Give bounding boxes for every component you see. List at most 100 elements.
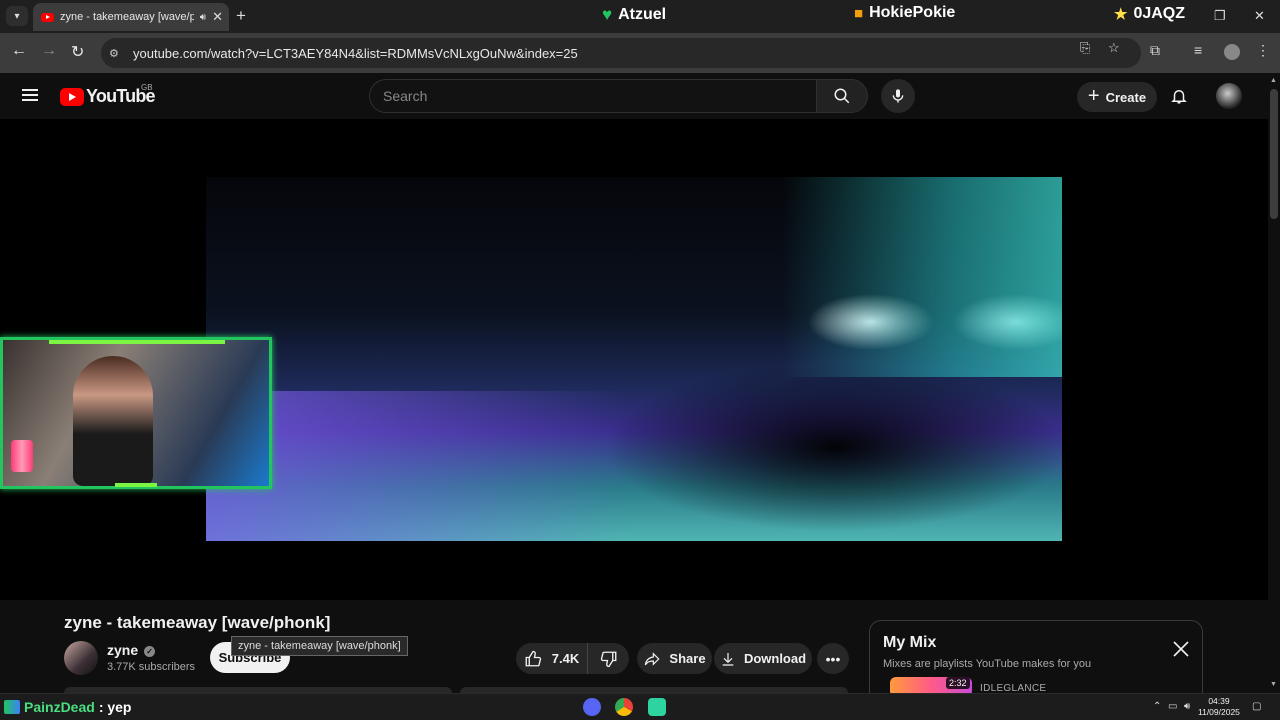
title-tooltip: zyne - takemeaway [wave/phonk] (231, 636, 408, 656)
bell-icon (1171, 90, 1187, 104)
search-input[interactable]: Search (369, 79, 816, 113)
mix-title: My Mix (883, 634, 937, 651)
plus-icon: + (1087, 84, 1100, 107)
my-mix-panel: My Mix Mixes are playlists YouTube makes… (869, 620, 1203, 693)
reload-button[interactable]: ↻ (71, 42, 84, 62)
clock-date: 11/09/2025 (1198, 707, 1240, 717)
rgb-lamp (11, 440, 33, 472)
create-label: Create (1105, 89, 1147, 105)
verified-badge-icon: ✓ (144, 645, 156, 657)
youtube-play-icon (60, 87, 84, 106)
star-icon: ★ (1114, 6, 1128, 23)
stream-overlay-label-3: ★ 0JAQZ (1114, 5, 1185, 23)
close-window-icon[interactable]: ✕ (1254, 8, 1265, 24)
share-label: Share (669, 651, 706, 666)
audio-playing-icon[interactable]: 🔊︎ (200, 12, 206, 23)
video-title: zyne - takemeaway [wave/phonk] (64, 613, 331, 632)
close-icon (1173, 641, 1189, 657)
streamer-figure (73, 356, 153, 486)
search-placeholder: Search (383, 88, 428, 104)
notifications-button[interactable] (1170, 86, 1188, 111)
share-icon (645, 651, 660, 666)
close-tab-icon[interactable]: ✕ (212, 9, 223, 25)
stream-overlay-name: HokiePokie (869, 4, 956, 21)
youtube-logo[interactable]: YouTube GB (60, 83, 156, 107)
search-icon (834, 88, 850, 104)
tray-overflow-icon[interactable]: ⌃ (1153, 701, 1161, 712)
channel-name-link[interactable]: zyne ✓ (107, 642, 156, 658)
volume-icon[interactable]: 🔊︎ (1184, 701, 1190, 712)
install-app-icon[interactable]: ⎘ (1080, 40, 1090, 56)
video-frame[interactable] (206, 177, 1062, 541)
close-mix-button[interactable] (1173, 641, 1189, 657)
scrollbar-thumb[interactable] (1270, 89, 1278, 219)
country-code: GB (141, 83, 153, 92)
mix-item-duration: 2:32 (946, 677, 970, 689)
stream-overlay-name: 0JAQZ (1133, 5, 1186, 22)
youtube-masthead: YouTube GB Search + Create (0, 73, 1268, 119)
chat-username: PainzDead (24, 699, 95, 715)
chrome-taskbar-icon[interactable] (615, 698, 633, 716)
chat-message: : yep (98, 699, 132, 715)
thumbs-up-icon (525, 650, 541, 666)
like-button[interactable]: 7.4K (516, 643, 588, 674)
download-button[interactable]: Download (714, 643, 812, 674)
mix-item-channel[interactable]: IDLEGLANCE (980, 683, 1046, 693)
address-bar[interactable]: ⚙ youtube.com/watch?v=LCT3AEY84N4&list=R… (101, 38, 1141, 68)
restore-window-icon[interactable]: ❐ (1214, 8, 1226, 24)
streamer-webcam-overlay (0, 337, 272, 489)
tab-search-dropdown[interactable]: ▾ (6, 6, 28, 26)
forward-button[interactable]: → (41, 42, 57, 60)
network-icon[interactable]: ▭ (1168, 701, 1177, 712)
app-taskbar-icon[interactable] (648, 698, 666, 716)
stream-chat-overlay: PainzDead : yep (4, 699, 132, 715)
clock-time: 04:39 (1208, 696, 1230, 706)
webcam-frame-accent (49, 340, 225, 344)
site-info-icon[interactable]: ⚙ (109, 47, 129, 60)
more-actions-button[interactable]: ••• (817, 643, 849, 674)
back-button[interactable]: ← (11, 42, 27, 60)
video-scene-buildings (782, 177, 1062, 377)
create-button[interactable]: + Create (1077, 82, 1157, 112)
profile-avatar-icon[interactable] (1224, 44, 1240, 60)
microphone-icon (892, 89, 904, 103)
account-avatar[interactable] (1216, 83, 1242, 109)
browser-tab-strip: ▾ zyne - takemeaway [wave/p 🔊︎ ✕ + ♥ Atz… (0, 0, 1280, 33)
scroll-up-arrow-icon[interactable]: ▲ (1270, 77, 1277, 84)
thumbs-down-icon (600, 651, 616, 667)
download-label: Download (743, 651, 807, 666)
browser-menu-icon[interactable]: ⋮ (1256, 42, 1270, 59)
os-taskbar: PainzDead : yep ⌃ ▭ 🔊︎ 04:39 11/09/2025 … (0, 693, 1280, 720)
mix-subtitle: Mixes are playlists YouTube makes for yo… (883, 658, 1092, 670)
scroll-down-arrow-icon[interactable]: ▼ (1270, 681, 1277, 688)
webcam-frame-accent (115, 483, 157, 487)
bookmark-star-icon[interactable]: ☆ (1108, 40, 1120, 56)
like-dislike-group: 7.4K (516, 643, 629, 674)
browser-tab-active[interactable]: zyne - takemeaway [wave/p 🔊︎ ✕ (33, 3, 229, 31)
guide-menu-icon[interactable] (22, 89, 38, 101)
gift-icon: ■ (854, 4, 864, 22)
url-text: youtube.com/watch?v=LCT3AEY84N4&list=RDM… (133, 45, 578, 61)
channel-name: zyne (107, 642, 139, 658)
subscriber-count: 3.77K subscribers (107, 661, 196, 673)
dislike-button[interactable] (588, 650, 629, 668)
discord-taskbar-icon[interactable] (583, 698, 601, 716)
youtube-favicon-icon (41, 12, 54, 22)
channel-avatar[interactable] (64, 641, 98, 675)
browser-toolbar: ← → ↻ ⚙ youtube.com/watch?v=LCT3AEY84N4&… (0, 33, 1280, 73)
like-count: 7.4K (551, 651, 580, 666)
search-button[interactable] (816, 79, 868, 113)
share-button[interactable]: Share (637, 643, 712, 674)
notification-center-icon[interactable]: ▢ (1252, 701, 1261, 712)
new-tab-button[interactable]: + (236, 6, 246, 26)
page-scrollbar[interactable]: ▲ ▼ (1268, 73, 1280, 693)
voice-search-button[interactable] (881, 79, 915, 113)
system-clock[interactable]: 04:39 11/09/2025 (1198, 696, 1240, 718)
chat-badge-icon (4, 700, 20, 714)
extensions-icon[interactable]: ⧉ (1150, 42, 1160, 59)
stream-overlay-name: Atzuel (618, 6, 667, 23)
download-icon (722, 652, 734, 666)
media-controls-icon[interactable]: ≡ (1194, 42, 1202, 58)
stream-overlay-label-1: ♥ Atzuel (602, 5, 666, 25)
stream-overlay-label-2: ■ HokiePokie (854, 4, 955, 22)
